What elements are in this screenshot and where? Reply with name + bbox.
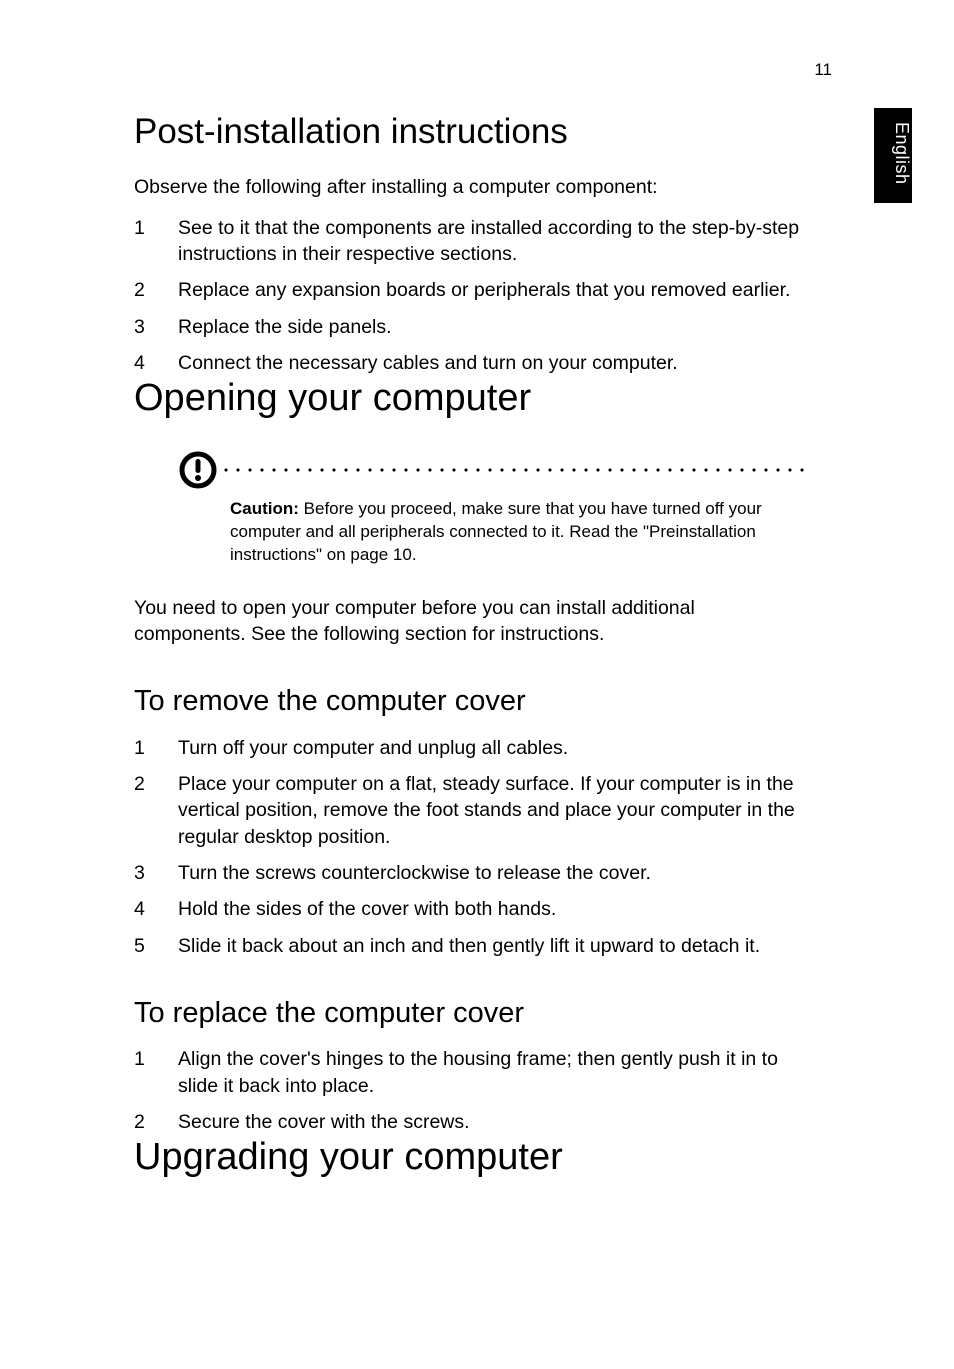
heading-upgrading-computer: Upgrading your computer bbox=[134, 1137, 804, 1179]
list-item: Slide it back about an inch and then gen… bbox=[134, 933, 804, 959]
list-item: Replace the side panels. bbox=[134, 314, 804, 340]
heading-post-installation: Post-installation instructions bbox=[134, 112, 804, 152]
heading-replace-cover: To replace the computer cover bbox=[134, 997, 804, 1030]
opening-body-paragraph: You need to open your computer before yo… bbox=[134, 595, 804, 648]
intro-paragraph: Observe the following after installing a… bbox=[134, 174, 804, 200]
caution-body: Before you proceed, make sure that you h… bbox=[230, 499, 762, 564]
heading-opening-computer: Opening your computer bbox=[134, 378, 804, 420]
language-tab: English bbox=[874, 108, 912, 203]
caution-header bbox=[178, 450, 804, 490]
remove-cover-list: Turn off your computer and unplug all ca… bbox=[134, 735, 804, 959]
caution-text: Caution: Before you proceed, make sure t… bbox=[230, 498, 804, 567]
list-item: Secure the cover with the screws. bbox=[134, 1109, 804, 1135]
caution-block: Caution: Before you proceed, make sure t… bbox=[178, 450, 804, 567]
list-item: Hold the sides of the cover with both ha… bbox=[134, 896, 804, 922]
list-item: See to it that the components are instal… bbox=[134, 215, 804, 268]
list-item: Connect the necessary cables and turn on… bbox=[134, 350, 804, 376]
page-number: 11 bbox=[814, 60, 832, 80]
post-install-list: See to it that the components are instal… bbox=[134, 215, 804, 377]
caution-label: Caution: bbox=[230, 499, 299, 518]
caution-icon bbox=[178, 450, 218, 490]
list-item: Align the cover's hinges to the housing … bbox=[134, 1046, 804, 1099]
list-item: Place your computer on a flat, steady su… bbox=[134, 771, 804, 850]
list-item: Turn off your computer and unplug all ca… bbox=[134, 735, 804, 761]
replace-cover-list: Align the cover's hinges to the housing … bbox=[134, 1046, 804, 1135]
page-content: Post-installation instructions Observe t… bbox=[134, 108, 804, 1209]
dotted-rule bbox=[220, 468, 804, 472]
heading-remove-cover: To remove the computer cover bbox=[134, 685, 804, 718]
list-item: Turn the screws counterclockwise to rele… bbox=[134, 860, 804, 886]
list-item: Replace any expansion boards or peripher… bbox=[134, 277, 804, 303]
